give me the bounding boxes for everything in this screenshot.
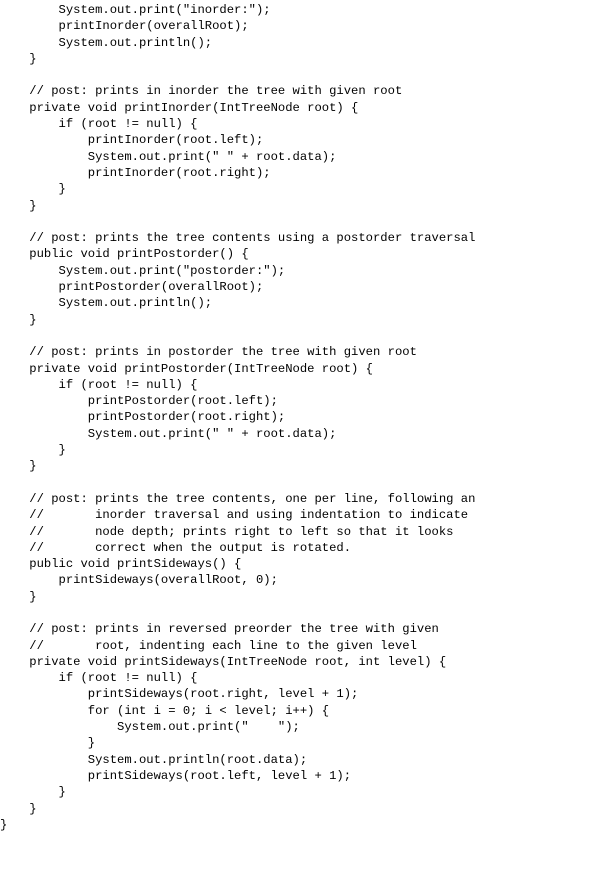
code-content: System.out.print("inorder:"); printInord… bbox=[0, 3, 475, 832]
code-block: System.out.print("inorder:"); printInord… bbox=[0, 0, 590, 833]
